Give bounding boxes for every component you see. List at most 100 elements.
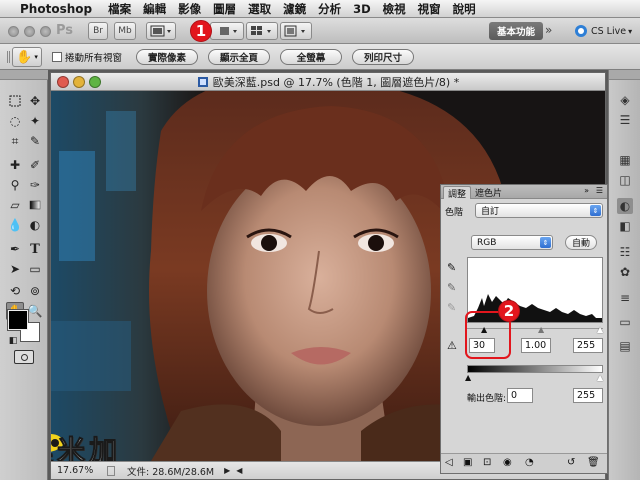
input-gamma-field[interactable]: 1.00: [521, 338, 551, 353]
menu-view[interactable]: 檢視: [377, 1, 412, 17]
view-mode-button[interactable]: [280, 22, 312, 40]
panel-menu-icon[interactable]: ☰: [596, 186, 603, 195]
clone-stamp-tool-icon[interactable]: ⚲: [6, 176, 24, 194]
paths-panel-icon[interactable]: ≡: [617, 290, 633, 306]
preset-select[interactable]: 自訂 ⇕: [475, 203, 603, 218]
window-minimize-button[interactable]: [73, 76, 85, 88]
channels-panel-icon[interactable]: ☷: [617, 244, 633, 260]
document-title-bar[interactable]: 歐美深藍.psd @ 17.7% (色階 1, 圖層遮色片/8) *: [51, 73, 605, 91]
actions-panel-icon[interactable]: ▤: [617, 338, 633, 354]
menu-filter[interactable]: 濾鏡: [277, 1, 312, 17]
shape-tool-icon[interactable]: ▭: [26, 260, 44, 278]
screen-mode-button[interactable]: [246, 22, 278, 40]
output-white-slider-handle[interactable]: ▲: [597, 373, 603, 382]
swatches-panel-icon[interactable]: ▦: [617, 152, 633, 168]
input-white-field[interactable]: 255: [573, 338, 603, 353]
default-colors-icon[interactable]: ◧: [4, 332, 22, 350]
tool-preset-picker[interactable]: ✋ ▾: [12, 47, 42, 67]
auto-button[interactable]: 自動: [565, 235, 597, 250]
workspace-overflow-icon[interactable]: »: [545, 23, 552, 37]
gray-point-eyedropper-icon[interactable]: ✎: [447, 281, 456, 294]
pen-tool-icon[interactable]: ✒: [6, 240, 24, 258]
history-panel-icon[interactable]: ▭: [617, 314, 633, 330]
return-to-list-icon[interactable]: ◁: [445, 457, 453, 468]
window-close-button[interactable]: [57, 76, 69, 88]
arrange-documents-button[interactable]: [210, 22, 244, 40]
menu-select[interactable]: 選取: [242, 1, 277, 17]
3d-orbit-tool-icon[interactable]: ⊚: [26, 282, 44, 300]
actual-pixels-button[interactable]: 實際像素: [136, 49, 198, 65]
type-tool-icon[interactable]: T: [26, 240, 44, 258]
input-white-slider-handle[interactable]: ▲: [597, 325, 603, 334]
clipping-warning-icon[interactable]: ⚠: [447, 339, 457, 352]
menu-3d[interactable]: 3D: [347, 2, 377, 16]
white-point-eyedropper-icon[interactable]: ✎: [447, 301, 456, 314]
tab-adjustments[interactable]: 調整: [443, 186, 472, 200]
previous-state-icon[interactable]: ◔: [525, 457, 534, 468]
3d-panel-icon[interactable]: ◈: [617, 92, 633, 108]
delete-adjustment-icon[interactable]: 🗑: [587, 457, 600, 468]
output-white-field[interactable]: 255: [573, 388, 603, 403]
layers-panel-icon[interactable]: ☰: [617, 112, 633, 128]
output-black-slider-handle[interactable]: ▲: [465, 373, 471, 382]
dodge-tool-icon[interactable]: ◐: [26, 216, 44, 234]
crop-tool-icon[interactable]: ⌗: [6, 132, 24, 150]
healing-brush-tool-icon[interactable]: ✚: [6, 156, 24, 174]
scroll-left-arrow-icon[interactable]: ◀: [236, 466, 242, 475]
reset-icon[interactable]: ↺: [567, 457, 575, 468]
extras-menu-button[interactable]: [146, 22, 176, 40]
zoom-tool-icon[interactable]: 🔍: [26, 302, 44, 320]
tab-masks[interactable]: 遮色片: [471, 186, 506, 199]
quick-mask-button[interactable]: [14, 350, 34, 364]
clip-to-layer-icon[interactable]: ⊡: [483, 457, 491, 468]
window-zoom-button[interactable]: [89, 76, 101, 88]
menu-file[interactable]: 檔案: [102, 1, 137, 17]
zoom-level[interactable]: 17.67%: [51, 465, 99, 476]
brush-tool-icon[interactable]: ✐: [26, 156, 44, 174]
bridge-button[interactable]: Br: [88, 22, 108, 40]
document-title: 歐美深藍.psd @ 17.7% (色階 1, 圖層遮色片/8) *: [212, 75, 460, 89]
eyedropper-tool-icon[interactable]: ✎: [26, 132, 44, 150]
magic-wand-tool-icon[interactable]: ✦: [26, 112, 44, 130]
input-gamma-slider-handle[interactable]: ▲: [538, 325, 544, 334]
menu-edit[interactable]: 編輯: [137, 1, 172, 17]
cs-live-button[interactable]: CS Live ▾: [574, 22, 632, 40]
eraser-tool-icon[interactable]: ▱: [6, 196, 24, 214]
channel-select[interactable]: RGB ⇕: [471, 235, 553, 250]
lasso-tool-icon[interactable]: ◌: [6, 112, 24, 130]
history-brush-tool-icon[interactable]: ✑: [26, 176, 44, 194]
fit-screen-button[interactable]: 顯示全頁: [208, 49, 270, 65]
menu-help[interactable]: 說明: [447, 1, 482, 17]
scroll-all-windows-checkbox[interactable]: [52, 52, 62, 62]
menu-analysis[interactable]: 分析: [312, 1, 347, 17]
blur-tool-icon[interactable]: 💧: [6, 216, 24, 234]
output-levels-label: 輸出色階:: [467, 394, 507, 404]
adjustments-footer: ◁ ▣ ⊡ ◉ ◔ ↺ 🗑: [441, 453, 607, 473]
menu-window[interactable]: 視窗: [412, 1, 447, 17]
status-menu-arrow-icon[interactable]: ▶: [224, 466, 230, 475]
masks-panel-icon[interactable]: ◧: [617, 218, 633, 234]
visibility-eye-icon[interactable]: ◉: [503, 457, 512, 468]
mini-bridge-button[interactable]: Mb: [114, 22, 136, 40]
fill-screen-button[interactable]: 全螢幕: [280, 49, 342, 65]
gradient-tool-icon[interactable]: [26, 196, 44, 214]
workspace-basic-button[interactable]: 基本功能: [489, 22, 543, 40]
foreground-color-swatch-front[interactable]: [8, 310, 28, 330]
black-point-eyedropper-icon[interactable]: ✎: [447, 261, 456, 274]
color-panel-icon[interactable]: ✿: [617, 264, 633, 280]
app-name-menu[interactable]: Photoshop: [14, 2, 102, 16]
scroll-all-windows-label: 捲動所有視窗: [65, 53, 123, 64]
path-selection-tool-icon[interactable]: ➤: [6, 260, 24, 278]
adjustments-panel-icon[interactable]: ◐: [617, 198, 633, 214]
menu-layer[interactable]: 圖層: [207, 1, 242, 17]
expanded-view-icon[interactable]: ▣: [463, 457, 472, 468]
marquee-tool-icon[interactable]: [6, 92, 24, 110]
menu-image[interactable]: 影像: [172, 1, 207, 17]
styles-panel-icon[interactable]: ◫: [617, 172, 633, 188]
print-size-button[interactable]: 列印尺寸: [352, 49, 414, 65]
3d-rotate-tool-icon[interactable]: ⟲: [6, 282, 24, 300]
collapse-panel-icon[interactable]: »: [584, 186, 589, 195]
output-black-field[interactable]: 0: [507, 388, 533, 403]
scroll-all-windows-option[interactable]: 捲動所有視窗: [52, 50, 122, 64]
move-tool-icon[interactable]: ✥: [26, 92, 44, 110]
